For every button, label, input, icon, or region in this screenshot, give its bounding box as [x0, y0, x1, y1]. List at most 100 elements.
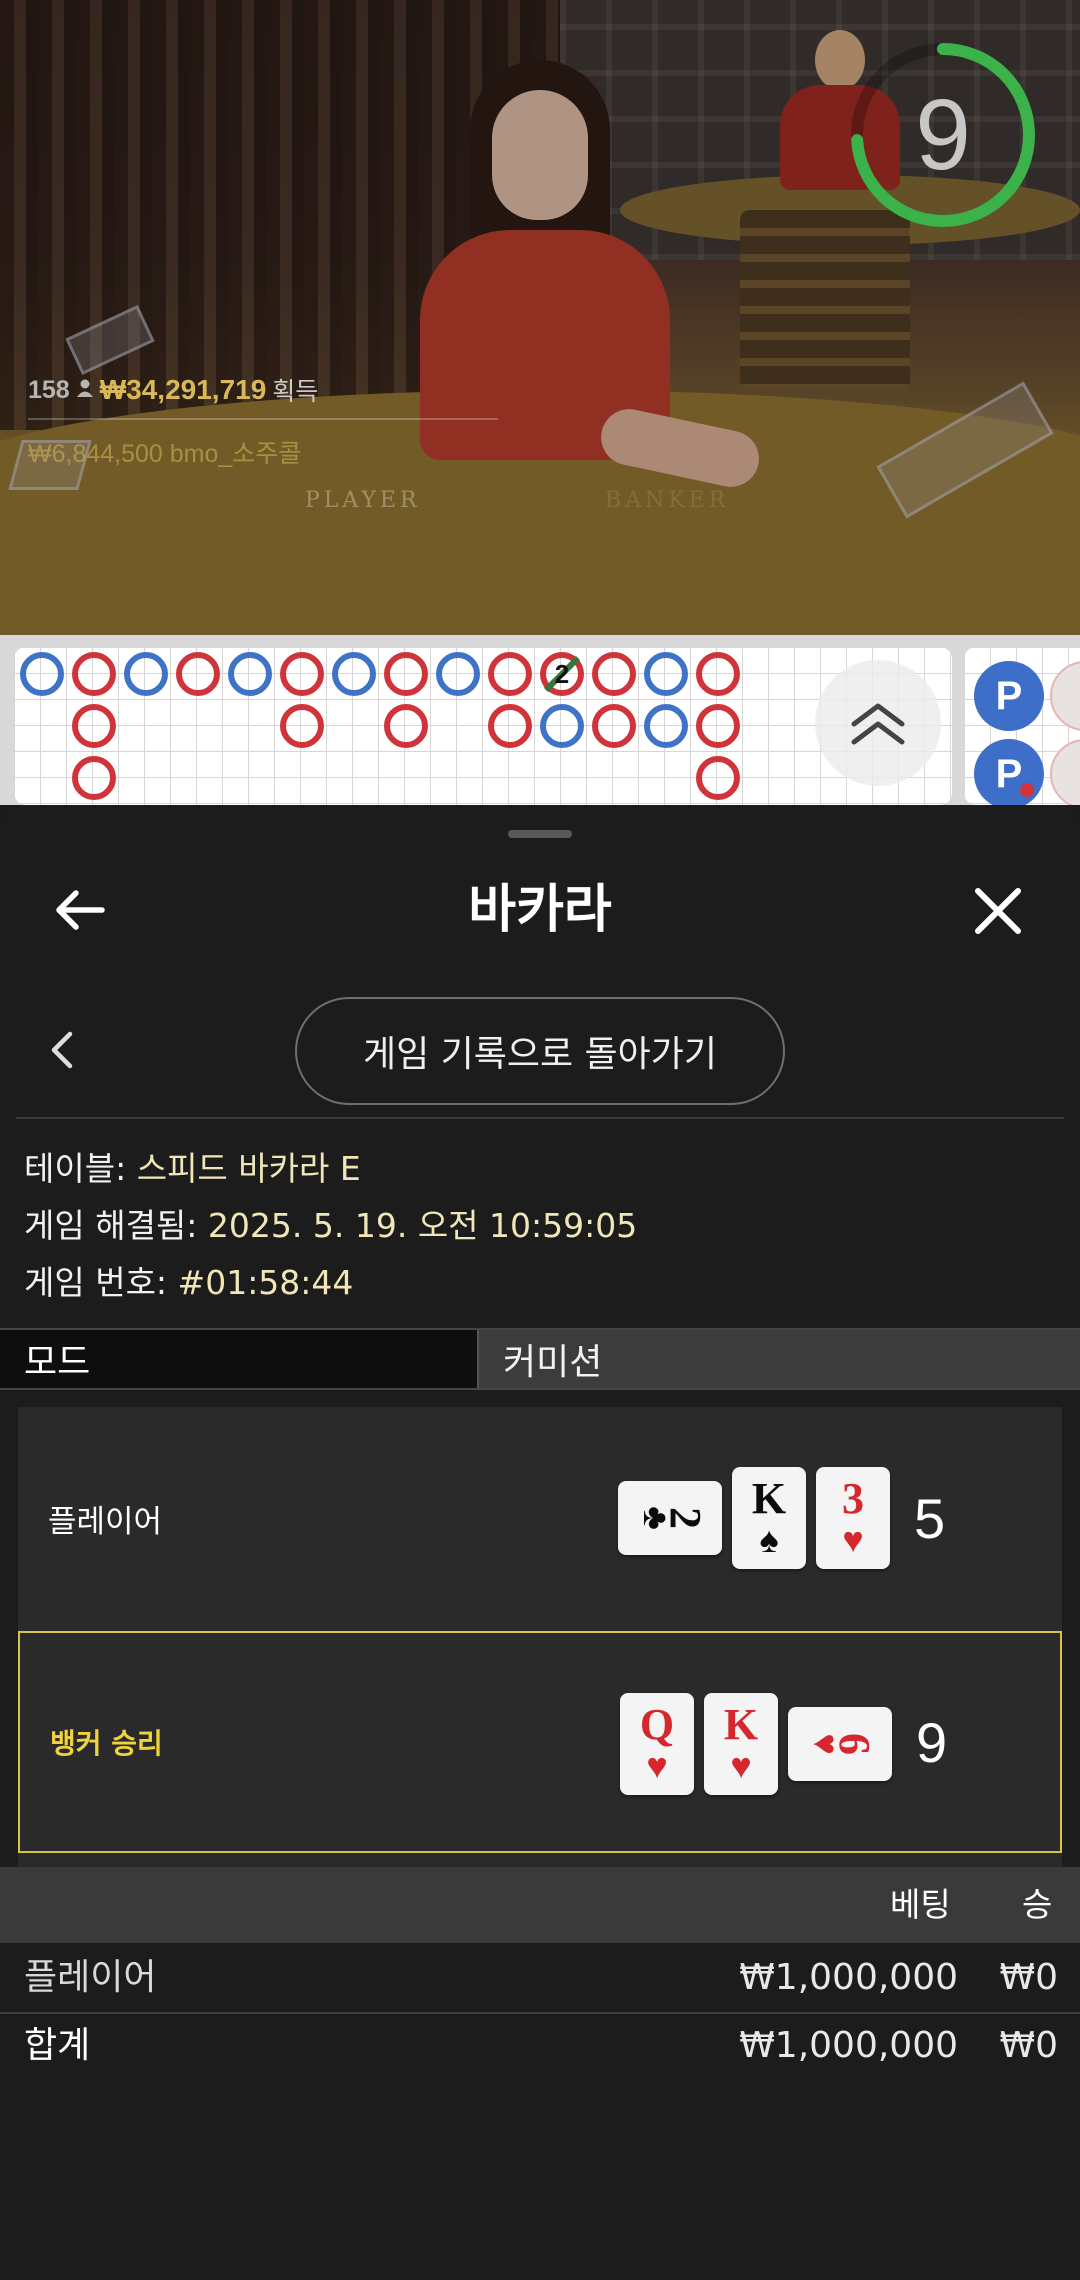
- stats-divider: [28, 418, 498, 420]
- recent-win-ticker: ₩6,844,500 bmo_소주콜: [28, 440, 302, 468]
- road-badge-player: P: [974, 661, 1044, 731]
- road-badge-player-2: P: [974, 739, 1044, 805]
- bead-banker: [176, 652, 220, 696]
- player-score: 5: [914, 1486, 946, 1550]
- banker-hand-label: 뱅커 승리: [50, 1727, 163, 1760]
- road-badge-peek: [1050, 661, 1080, 731]
- bet-name: 플레이어: [24, 1957, 157, 1998]
- banker-hand: 뱅커 승리 Q ♥ K ♥ ♥ 6 9: [18, 1631, 1062, 1853]
- playing-card: 3 ♥: [816, 1467, 890, 1569]
- card-rank: 2: [660, 1507, 710, 1529]
- divider: [16, 1117, 1064, 1119]
- card-suit-icon: ♥: [730, 1746, 752, 1786]
- back-to-history-button[interactable]: 게임 기록으로 돌아가기: [295, 997, 785, 1105]
- bead-banker: [384, 704, 428, 748]
- bead-banker: [488, 652, 532, 696]
- countdown-timer: 9: [848, 40, 1038, 230]
- chevron-left-icon: [51, 1031, 73, 1069]
- bead-player: [332, 652, 376, 696]
- bead-player: [228, 652, 272, 696]
- tie-count: 2: [555, 659, 569, 689]
- resolved-label: 게임 해결됨:: [24, 1206, 208, 1245]
- previous-round-button[interactable]: [42, 1028, 82, 1072]
- hands-panel: 플레이어 ♣ 2 K ♠ 3 ♥ 5 뱅커 승리 Q ♥ K ♥ ♥ 6 9: [18, 1407, 1062, 1867]
- bead-banker: [696, 652, 740, 696]
- playing-card: Q ♥: [620, 1693, 694, 1795]
- bead-banker: [488, 704, 532, 748]
- bead-banker: [72, 704, 116, 748]
- total-name: 합계: [24, 2025, 91, 2066]
- card-suit-icon: ♥: [646, 1746, 668, 1786]
- bead-banker: [384, 652, 428, 696]
- table-stats: 158 ₩34,291,719 획득 ₩6,844,500 bmo_소주콜: [28, 372, 498, 470]
- banker-pair-dot: [1020, 783, 1034, 797]
- card-suit-icon: ♠: [759, 1520, 779, 1560]
- bead-road[interactable]: 2: [14, 647, 952, 805]
- arrow-left-icon: [56, 890, 105, 930]
- win-amount: ₩0: [999, 1957, 1059, 1998]
- bead-banker: [72, 756, 116, 800]
- card-rank: K: [723, 1700, 759, 1749]
- double-chevron-up-icon: [851, 703, 905, 745]
- bead-player: [20, 652, 64, 696]
- detail-tabs: 모드 커미션: [0, 1328, 1080, 1390]
- resolved-info-row: 게임 해결됨: 2025. 5. 19. 오전 10:59:05: [24, 1197, 637, 1254]
- sheet-header: 바카라: [0, 855, 1080, 965]
- road-badge-peek-2: [1050, 739, 1080, 805]
- playing-card: K ♥: [704, 1693, 778, 1795]
- table-value: 스피드 바카라 E: [136, 1149, 361, 1188]
- card-rank: 3: [842, 1474, 864, 1523]
- total-win-amount: ₩0: [999, 2025, 1059, 2066]
- total-payout: ₩34,291,719: [99, 374, 267, 405]
- history-detail-sheet: 바카라 게임 기록으로 돌아가기 테이블: 스피드 바카라 E 게임 해결됨: …: [0, 805, 1080, 2280]
- resolved-value: 2025. 5. 19. 오전 10:59:05: [207, 1206, 638, 1245]
- bead-player: [644, 652, 688, 696]
- bead-player: [436, 652, 480, 696]
- bet-amount: ₩1,000,000: [739, 1957, 958, 1998]
- banker-score: 9: [916, 1710, 948, 1774]
- bead-road-canvas: 2: [20, 652, 740, 800]
- bead-player: [644, 704, 688, 748]
- player-hand-label: 플레이어: [48, 1503, 163, 1540]
- bead-banker: [280, 704, 324, 748]
- player-count: 158: [28, 375, 70, 404]
- table-row: 플레이어 ₩1,000,000 ₩0: [0, 1945, 1080, 2011]
- playing-card: K ♠: [732, 1467, 806, 1569]
- tab-commission[interactable]: 커미션: [479, 1330, 1080, 1388]
- table-info-row: 테이블: 스피드 바카라 E: [24, 1140, 637, 1197]
- table-label: 테이블:: [24, 1149, 137, 1188]
- card-rank: Q: [639, 1700, 675, 1749]
- person-icon: [76, 376, 94, 405]
- bets-table-header: 베팅 승: [0, 1867, 1080, 1943]
- bead-banker: [592, 704, 636, 748]
- bet-column-header: 베팅: [890, 1885, 951, 1924]
- round-number-row: 게임 번호: #01:58:44: [24, 1254, 637, 1311]
- live-video-stream: PLAYER BANKER 9 158 ₩34,291,719 획득 ₩6,84…: [0, 0, 1080, 635]
- win-column-header: 승: [1022, 1885, 1053, 1924]
- round-label: 게임 번호:: [24, 1263, 178, 1302]
- sheet-title: 바카라: [468, 880, 612, 940]
- side-road[interactable]: P P: [964, 647, 1080, 805]
- bead-player: [124, 652, 168, 696]
- total-bet-amount: ₩1,000,000: [739, 2025, 958, 2066]
- sheet-drag-handle[interactable]: [508, 830, 572, 838]
- close-icon: [975, 888, 1021, 934]
- card-rank: 6: [829, 1733, 879, 1755]
- expand-roadmap-button[interactable]: [815, 660, 941, 786]
- bead-banker: [592, 652, 636, 696]
- round-value: #01:58:44: [177, 1263, 354, 1302]
- player-hand: 플레이어 ♣ 2 K ♠ 3 ♥ 5: [18, 1407, 1062, 1629]
- tab-mode[interactable]: 모드: [0, 1330, 479, 1388]
- bead-banker: [696, 756, 740, 800]
- playing-card: ♣ 2: [618, 1481, 722, 1555]
- bead-player: [540, 704, 584, 748]
- bead-banker: [696, 704, 740, 748]
- playing-card: ♥ 6: [788, 1707, 892, 1781]
- round-info: 테이블: 스피드 바카라 E 게임 해결됨: 2025. 5. 19. 오전 1…: [24, 1140, 637, 1311]
- history-nav-row: 게임 기록으로 돌아가기: [0, 990, 1080, 1110]
- payout-suffix: 획득: [272, 378, 319, 406]
- close-button[interactable]: [970, 883, 1026, 939]
- bead-banker: [280, 652, 324, 696]
- total-row: 합계 ₩1,000,000 ₩0: [0, 2013, 1080, 2079]
- back-button[interactable]: [50, 885, 110, 935]
